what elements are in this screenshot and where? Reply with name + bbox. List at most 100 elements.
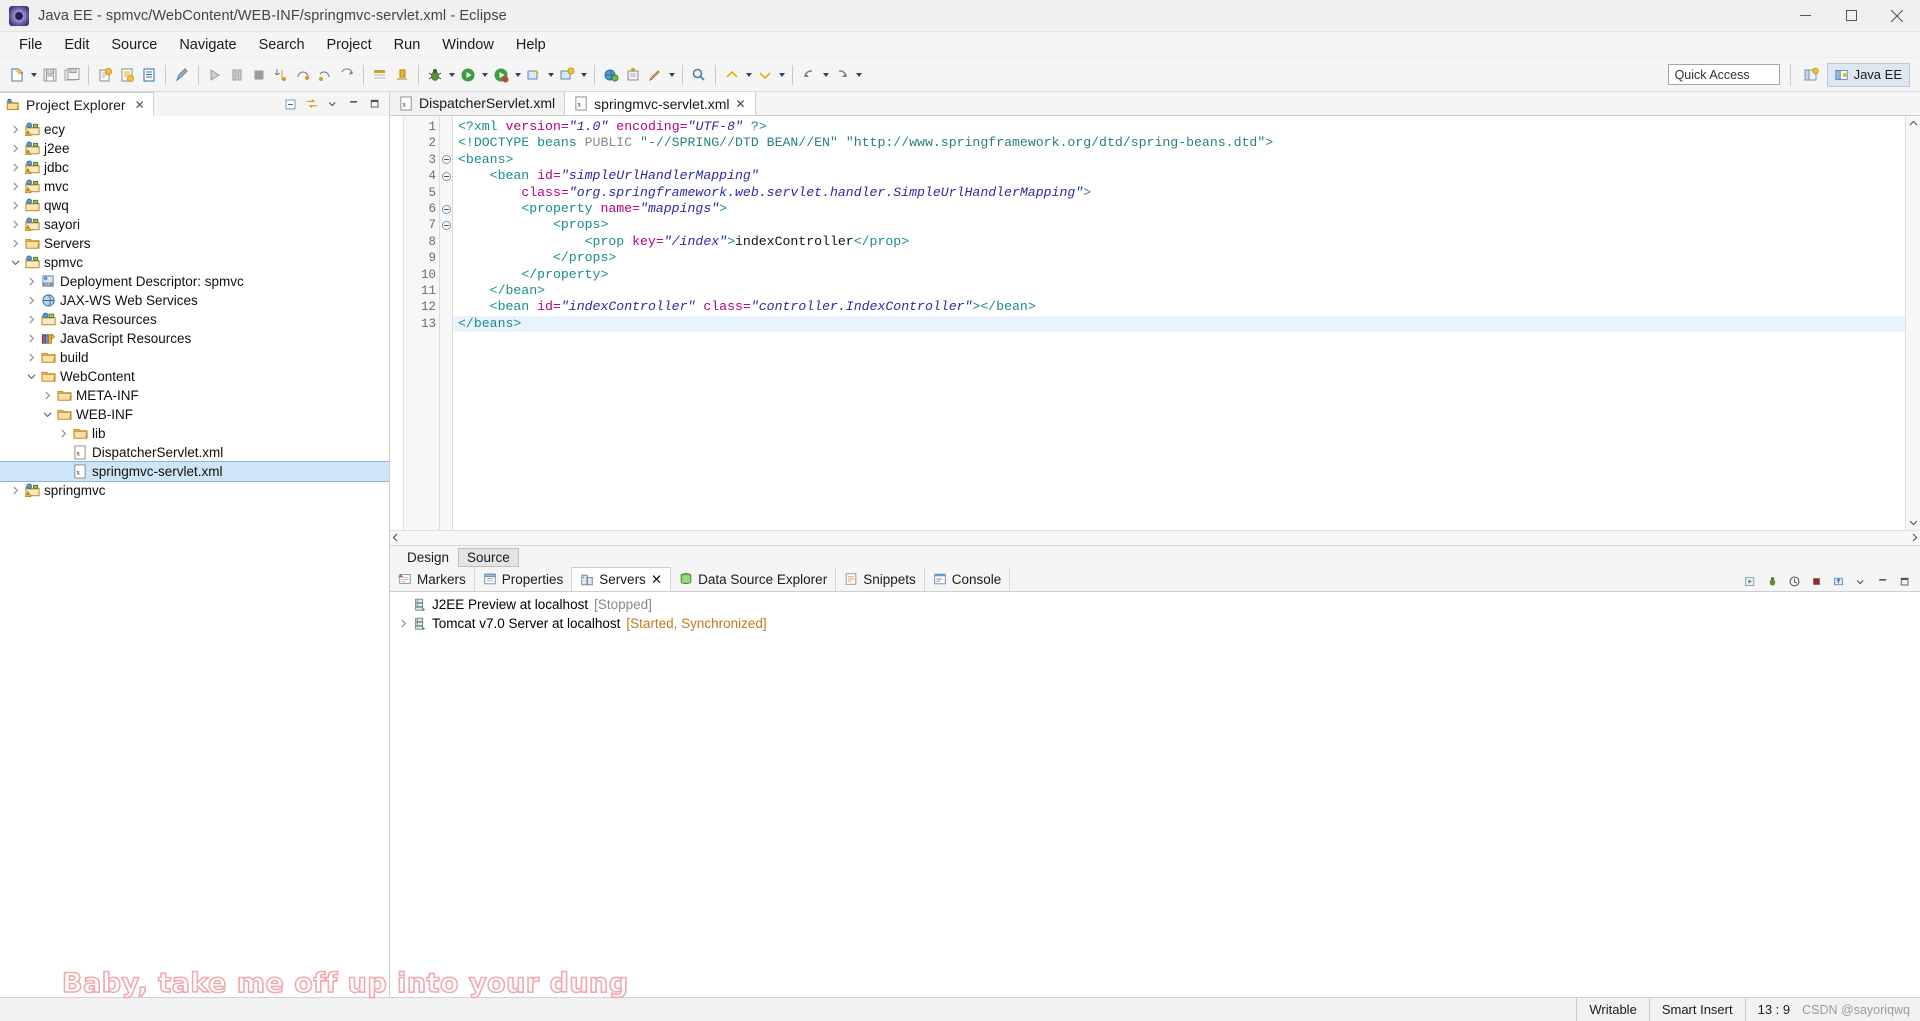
run-server-dropdown[interactable] <box>512 63 523 87</box>
profile-icon[interactable] <box>1785 572 1804 591</box>
bottom-tab[interactable]: Snippets <box>836 567 925 591</box>
scroll-right-icon[interactable] <box>1910 533 1919 544</box>
fold-toggle-icon[interactable] <box>440 217 452 233</box>
forward-dropdown[interactable] <box>853 63 864 87</box>
tree-item[interactable]: sayori <box>0 215 389 234</box>
publish-icon[interactable] <box>1829 572 1848 591</box>
new-wizard-button[interactable] <box>6 63 28 87</box>
new-project-dropdown[interactable] <box>578 63 589 87</box>
perspective-java-ee[interactable]: Java EE <box>1826 62 1910 87</box>
prev-annotation-button[interactable] <box>721 63 743 87</box>
editor-horizontal-scrollbar[interactable] <box>390 530 1920 545</box>
menu-edit[interactable]: Edit <box>53 33 100 57</box>
tab-source[interactable]: Source <box>458 547 519 567</box>
forward-arrow-button[interactable] <box>831 63 853 87</box>
chevron-down-icon[interactable] <box>24 372 39 381</box>
tree-item[interactable]: WebContent <box>0 367 389 386</box>
terminate-button[interactable] <box>248 63 270 87</box>
code-text[interactable]: <?xml version="1.0" encoding="UTF-8" ?> <… <box>453 116 1920 530</box>
view-menu-icon[interactable] <box>323 95 342 114</box>
code-line[interactable]: <bean id="simpleUrlHandlerMapping" <box>458 168 1920 184</box>
code-line[interactable]: </beans> <box>453 315 1920 333</box>
tree-item[interactable]: springmvc <box>0 481 389 500</box>
chevron-down-icon[interactable] <box>8 258 23 267</box>
chevron-right-icon[interactable] <box>8 486 23 495</box>
menu-navigate[interactable]: Navigate <box>168 33 247 57</box>
new-project-button[interactable] <box>556 63 578 87</box>
chevron-right-icon[interactable] <box>24 296 39 305</box>
tree-item[interactable]: build <box>0 348 389 367</box>
minimize-icon[interactable] <box>344 95 363 114</box>
step-into-button[interactable] <box>270 63 292 87</box>
chevron-right-icon[interactable] <box>8 125 23 134</box>
maximize-icon[interactable] <box>365 95 384 114</box>
bottom-tab[interactable]: Data Source Explorer <box>671 567 837 591</box>
tree-item[interactable]: j2ee <box>0 139 389 158</box>
fold-toggle-icon[interactable] <box>440 201 452 217</box>
editor-vertical-scrollbar[interactable] <box>1905 116 1920 530</box>
chevron-right-icon[interactable] <box>56 429 71 438</box>
run-green-button[interactable] <box>457 63 479 87</box>
link-editor-icon[interactable] <box>302 95 321 114</box>
external-tools-dropdown[interactable] <box>545 63 556 87</box>
editor-tab[interactable]: x DispatcherServlet.xml <box>390 91 566 115</box>
bottom-tab[interactable]: Markers <box>390 567 475 591</box>
code-line[interactable]: <props> <box>458 217 1920 233</box>
external-tools-button[interactable] <box>523 63 545 87</box>
stop-icon[interactable] <box>1807 572 1826 591</box>
chevron-right-icon[interactable] <box>396 619 411 628</box>
code-line[interactable]: </props> <box>458 250 1920 266</box>
chevron-right-icon[interactable] <box>24 334 39 343</box>
code-line[interactable]: <beans> <box>458 152 1920 168</box>
tab-project-explorer[interactable]: Project Explorer ✕ <box>0 92 154 116</box>
open-perspective-button[interactable] <box>1801 65 1821 85</box>
collapse-all-icon[interactable] <box>281 95 300 114</box>
step-over-button[interactable] <box>292 63 314 87</box>
debug-dropdown[interactable] <box>446 63 457 87</box>
tree-item[interactable]: lib <box>0 424 389 443</box>
bottom-tab[interactable]: Properties <box>475 567 573 591</box>
chevron-down-icon[interactable] <box>40 410 55 419</box>
code-line[interactable]: <bean id="indexController" class="contro… <box>458 299 1920 315</box>
menu-source[interactable]: Source <box>100 33 168 57</box>
tree-item[interactable]: spmvc <box>0 253 389 272</box>
menu-search[interactable]: Search <box>248 33 316 57</box>
tab-design[interactable]: Design <box>398 548 458 567</box>
quick-access-input[interactable]: Quick Access <box>1667 64 1780 85</box>
close-icon[interactable]: ✕ <box>736 97 746 111</box>
code-line[interactable]: <!DOCTYPE beans PUBLIC "-//SPRING//DTD B… <box>458 135 1920 151</box>
chevron-right-icon[interactable] <box>40 391 55 400</box>
back-arrow-button[interactable] <box>798 63 820 87</box>
edit-pencil-dropdown[interactable] <box>666 63 677 87</box>
folding-ruler[interactable] <box>440 116 453 530</box>
document-icon-button[interactable] <box>138 63 160 87</box>
edit-pencil-button[interactable] <box>644 63 666 87</box>
run-dropdown[interactable] <box>479 63 490 87</box>
open-type-button[interactable] <box>369 63 391 87</box>
menu-window[interactable]: Window <box>431 33 505 57</box>
fold-toggle-icon[interactable] <box>440 168 452 184</box>
prev-annotation-dropdown[interactable] <box>743 63 754 87</box>
code-line[interactable]: <property name="mappings"> <box>458 201 1920 217</box>
globe-button[interactable] <box>600 63 622 87</box>
save-button[interactable] <box>39 63 61 87</box>
servers-list[interactable]: J2EE Preview at localhost [Stopped] Tomcat… <box>390 592 1920 997</box>
drop-to-frame-button[interactable] <box>336 63 358 87</box>
menu-run[interactable]: Run <box>383 33 432 57</box>
code-line[interactable]: <?xml version="1.0" encoding="UTF-8" ?> <box>458 119 1920 135</box>
server-row[interactable]: J2EE Preview at localhost [Stopped] <box>390 595 1920 614</box>
tree-item[interactable]: mvc <box>0 177 389 196</box>
toggle-breakpoint-button[interactable] <box>171 63 193 87</box>
tree-item[interactable]: 3.0 Deployment Descriptor: spmvc <box>0 272 389 291</box>
chevron-right-icon[interactable] <box>8 182 23 191</box>
tree-item[interactable]: qwq <box>0 196 389 215</box>
chevron-right-icon[interactable] <box>8 220 23 229</box>
scroll-down-icon[interactable] <box>1906 515 1920 530</box>
debug-icon[interactable] <box>1763 572 1782 591</box>
scroll-left-icon[interactable] <box>391 533 400 544</box>
search-button[interactable] <box>688 63 710 87</box>
code-line[interactable]: </property> <box>458 267 1920 283</box>
server-row[interactable]: Tomcat v7.0 Server at localhost [Started,… <box>390 614 1920 633</box>
debug-bug-button[interactable] <box>424 63 446 87</box>
bottom-maximize-icon[interactable] <box>1895 572 1914 591</box>
